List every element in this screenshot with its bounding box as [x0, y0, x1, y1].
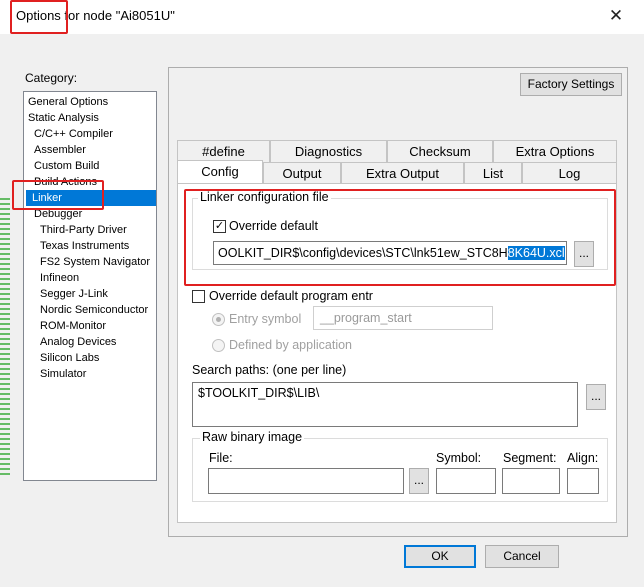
tab-list[interactable]: List: [464, 162, 522, 184]
annotation-box-linker-config: [184, 189, 616, 286]
search-paths-browse-button[interactable]: ...: [586, 384, 606, 410]
file-label: File:: [209, 451, 233, 465]
segment-label: Segment:: [503, 451, 557, 465]
align-label: Align:: [567, 451, 599, 465]
category-infineon[interactable]: Infineon: [38, 270, 81, 286]
background-editor-strip: [0, 198, 10, 478]
raw-binary-legend: Raw binary image: [200, 430, 305, 444]
category-nordic-semiconductor[interactable]: Nordic Semiconductor: [38, 302, 150, 318]
raw-symbol-field[interactable]: [436, 468, 496, 494]
tab-diagnostics[interactable]: Diagnostics: [270, 140, 387, 162]
raw-segment-field[interactable]: [502, 468, 560, 494]
entry-symbol-field[interactable]: __program_start: [313, 306, 493, 330]
close-icon[interactable]: ✕: [606, 6, 626, 26]
cancel-button[interactable]: Cancel: [485, 545, 559, 568]
category-static-analysis[interactable]: Static Analysis: [26, 110, 101, 126]
tab-log[interactable]: Log: [522, 162, 617, 184]
raw-file-browse-button[interactable]: ...: [409, 468, 429, 494]
category-rom-monitor[interactable]: ROM-Monitor: [38, 318, 108, 334]
raw-file-field[interactable]: [208, 468, 404, 494]
tab-extra-options[interactable]: Extra Options: [493, 140, 617, 162]
factory-settings-button[interactable]: Factory Settings: [520, 73, 622, 96]
category-assembler[interactable]: Assembler: [32, 142, 88, 158]
category-fs2-system-navigator[interactable]: FS2 System Navigator: [38, 254, 152, 270]
override-entry-label: Override default program entr: [209, 289, 373, 303]
raw-align-field[interactable]: [567, 468, 599, 494]
category-general-options[interactable]: General Options: [26, 94, 110, 110]
override-entry-checkbox[interactable]: [192, 290, 205, 303]
category-c-cpp-compiler[interactable]: C/C++ Compiler: [32, 126, 115, 142]
tab-output[interactable]: Output: [263, 162, 341, 184]
entry-symbol-label: Entry symbol: [229, 312, 302, 326]
tab-extra-output[interactable]: Extra Output: [341, 162, 464, 184]
category-third-party-driver[interactable]: Third-Party Driver: [38, 222, 129, 238]
title-bar: Options for node "Ai8051U" ✕: [0, 0, 644, 34]
radio-dot: [216, 317, 221, 322]
defined-by-application-radio[interactable]: [212, 339, 225, 352]
entry-symbol-radio[interactable]: [212, 313, 225, 326]
defined-by-application-label: Defined by application: [229, 338, 352, 352]
search-paths-field[interactable]: $TOOLKIT_DIR$\LIB\: [192, 382, 578, 427]
category-label: Category:: [25, 71, 78, 85]
category-custom-build[interactable]: Custom Build: [32, 158, 101, 174]
category-segger-jlink[interactable]: Segger J-Link: [38, 286, 110, 302]
annotation-box-title: [10, 0, 68, 34]
tab-define[interactable]: #define: [177, 140, 270, 162]
category-simulator[interactable]: Simulator: [38, 366, 88, 382]
category-tree[interactable]: General Options Static Analysis C/C++ Co…: [23, 91, 157, 481]
annotation-box-linker: [12, 180, 104, 210]
ok-button[interactable]: OK: [404, 545, 476, 568]
tab-checksum[interactable]: Checksum: [387, 140, 493, 162]
category-silicon-labs[interactable]: Silicon Labs: [38, 350, 101, 366]
category-texas-instruments[interactable]: Texas Instruments: [38, 238, 131, 254]
category-analog-devices[interactable]: Analog Devices: [38, 334, 118, 350]
tab-config[interactable]: Config: [177, 160, 263, 184]
search-paths-label: Search paths: (one per line): [192, 363, 347, 377]
symbol-label: Symbol:: [436, 451, 482, 465]
